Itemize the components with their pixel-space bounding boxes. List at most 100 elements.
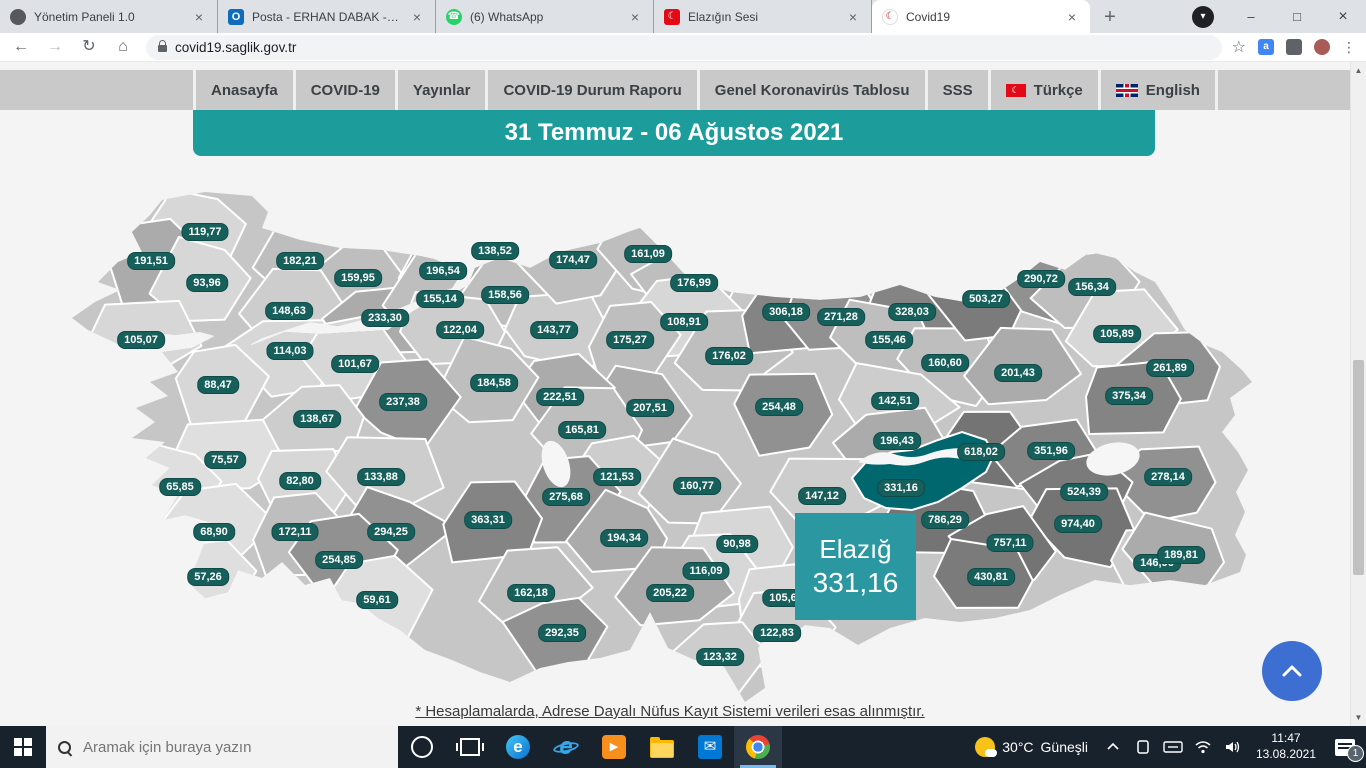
extension-icon-1[interactable]: [1258, 39, 1274, 55]
tab-close-icon[interactable]: [627, 9, 643, 25]
province-shapes: [89, 190, 1224, 698]
taskbar-weather[interactable]: 30°C Güneşli: [965, 726, 1098, 768]
device-icon: [1134, 738, 1152, 756]
tab-title: Covid19: [906, 10, 1056, 24]
movies-tv-icon: [602, 735, 626, 759]
taskbar-chrome-active[interactable]: [734, 726, 782, 768]
tab-close-icon[interactable]: [191, 9, 207, 25]
extension-icon-2[interactable]: [1286, 39, 1302, 55]
nav-item[interactable]: COVID-19 Durum Raporu: [485, 70, 696, 110]
lock-icon: [158, 45, 167, 52]
tab-close-icon[interactable]: [845, 9, 861, 25]
taskbar-movies[interactable]: [590, 726, 638, 768]
turkey-incidence-map[interactable]: [0, 156, 1366, 716]
windows-logo-icon: [14, 738, 32, 756]
edge-icon: [506, 735, 530, 759]
browser-tab[interactable]: (6) WhatsApp: [436, 0, 654, 33]
browser-tab[interactable]: Yönetim Paneli 1.0: [0, 0, 218, 33]
elazig-callout: Elazığ 331,16: [795, 513, 916, 620]
weather-desc: Güneşli: [1041, 739, 1088, 755]
system-tray: 30°C Güneşli: [965, 726, 1366, 768]
nav-item[interactable]: Genel Koronavirüs Tablosu: [697, 70, 925, 110]
wifi-icon: [1194, 740, 1212, 754]
home-button[interactable]: ⌂: [110, 34, 136, 60]
date-range-banner: 31 Temmuz - 06 Ağustos 2021: [193, 110, 1155, 156]
nav-item[interactable]: Anasayfa: [193, 70, 293, 110]
scroll-down-arrow[interactable]: ▼: [1351, 713, 1366, 722]
tabs-container: Yönetim Paneli 1.0 Posta - ERHAN DABAK - …: [0, 0, 1090, 33]
site-nav: AnasayfaCOVID-19YayınlarCOVID-19 Durum R…: [0, 70, 1366, 110]
back-button[interactable]: ←: [8, 34, 34, 60]
notification-center-button[interactable]: 1: [1324, 726, 1366, 768]
clock-time: 11:47: [1248, 731, 1324, 747]
clock-date: 13.08.2021: [1248, 747, 1324, 763]
uk-flag-icon: [1116, 84, 1138, 97]
internet-explorer-icon: [554, 735, 578, 759]
outlook-favicon-icon: [228, 9, 244, 25]
maximize-button[interactable]: [1274, 0, 1320, 33]
tray-keyboard-lang[interactable]: [1158, 726, 1188, 768]
taskbar-mail[interactable]: [686, 726, 734, 768]
tab-title: Elazığın Sesi: [688, 10, 837, 24]
taskbar-cortana[interactable]: [398, 726, 446, 768]
site-nav-items: AnasayfaCOVID-19YayınlarCOVID-19 Durum R…: [193, 70, 1366, 110]
tab-strip: Yönetim Paneli 1.0 Posta - ERHAN DABAK - …: [0, 0, 1366, 33]
start-button[interactable]: [0, 726, 46, 768]
chrome-icon: [746, 735, 770, 759]
trflag-favicon-icon: [664, 9, 680, 25]
map-footnote: * Hesaplamalarda, Adrese Dayalı Nüfus Ka…: [0, 703, 1340, 720]
nav-item[interactable]: COVID-19: [293, 70, 395, 110]
saglik-favicon-icon: [882, 9, 898, 25]
extension-icon-3[interactable]: [1314, 39, 1330, 55]
new-tab-button[interactable]: [1096, 3, 1124, 31]
search-input[interactable]: [81, 738, 365, 757]
taskbar-internet-explorer[interactable]: [542, 726, 590, 768]
url-text: covid19.saglik.gov.tr: [175, 40, 296, 55]
scroll-up-arrow[interactable]: ▲: [1351, 66, 1366, 75]
keyboard-icon: [1163, 740, 1183, 754]
tray-chevron[interactable]: [1098, 726, 1128, 768]
browser-toolbar: ← → ↻ ⌂ covid19.saglik.gov.tr ☆: [0, 33, 1366, 62]
nav-item[interactable]: Yayınlar: [395, 70, 486, 110]
reload-button[interactable]: ↻: [76, 34, 102, 60]
taskbar-clock[interactable]: 11:47 13.08.2021: [1248, 731, 1324, 762]
callout-province-name: Elazığ: [819, 533, 891, 566]
nav-item-language[interactable]: Türkçe: [988, 70, 1098, 110]
tab-title: Yönetim Paneli 1.0: [34, 10, 183, 24]
whatsapp-favicon-icon: [446, 9, 462, 25]
tray-wifi[interactable]: [1188, 726, 1218, 768]
page-scrollbar[interactable]: ▲ ▼: [1350, 62, 1366, 726]
chevron-up-icon: [1284, 667, 1300, 675]
taskbar-task-view[interactable]: [446, 726, 494, 768]
browser-tab[interactable]: Covid19: [872, 0, 1090, 33]
minimize-button[interactable]: [1228, 0, 1274, 33]
cortana-icon: [411, 736, 433, 758]
forward-button[interactable]: →: [42, 34, 68, 60]
windows-taskbar: 30°C Güneşli: [0, 726, 1366, 768]
task-view-icon: [460, 738, 480, 756]
bookmark-star-icon[interactable]: ☆: [1232, 37, 1246, 57]
browser-tab[interactable]: Elazığın Sesi: [654, 0, 872, 33]
taskbar-file-explorer[interactable]: [638, 726, 686, 768]
tab-title: Posta - ERHAN DABAK - Outl: [252, 10, 401, 24]
tab-close-icon[interactable]: [409, 9, 425, 25]
speaker-icon: [1224, 740, 1242, 754]
taskbar-edge[interactable]: [494, 726, 542, 768]
profile-button[interactable]: [1192, 6, 1214, 28]
browser-tab[interactable]: Posta - ERHAN DABAK - Outl: [218, 0, 436, 33]
notification-badge: 1: [1347, 745, 1364, 762]
tray-volume[interactable]: [1218, 726, 1248, 768]
tab-close-icon[interactable]: [1064, 9, 1080, 25]
scroll-to-top-button[interactable]: [1262, 641, 1322, 701]
browser-window: Yönetim Paneli 1.0 Posta - ERHAN DABAK - …: [0, 0, 1366, 768]
nav-item[interactable]: SSS: [925, 70, 988, 110]
nav-item-language[interactable]: English: [1098, 70, 1218, 110]
chrome-menu-icon[interactable]: [1342, 39, 1356, 56]
address-bar[interactable]: covid19.saglik.gov.tr: [146, 35, 1222, 60]
tray-connect[interactable]: [1128, 726, 1158, 768]
taskbar-search[interactable]: [46, 726, 398, 768]
close-window-button[interactable]: [1320, 0, 1366, 33]
tab-title: (6) WhatsApp: [470, 10, 619, 24]
scrollbar-thumb[interactable]: [1353, 360, 1364, 575]
window-controls: [1192, 0, 1366, 33]
